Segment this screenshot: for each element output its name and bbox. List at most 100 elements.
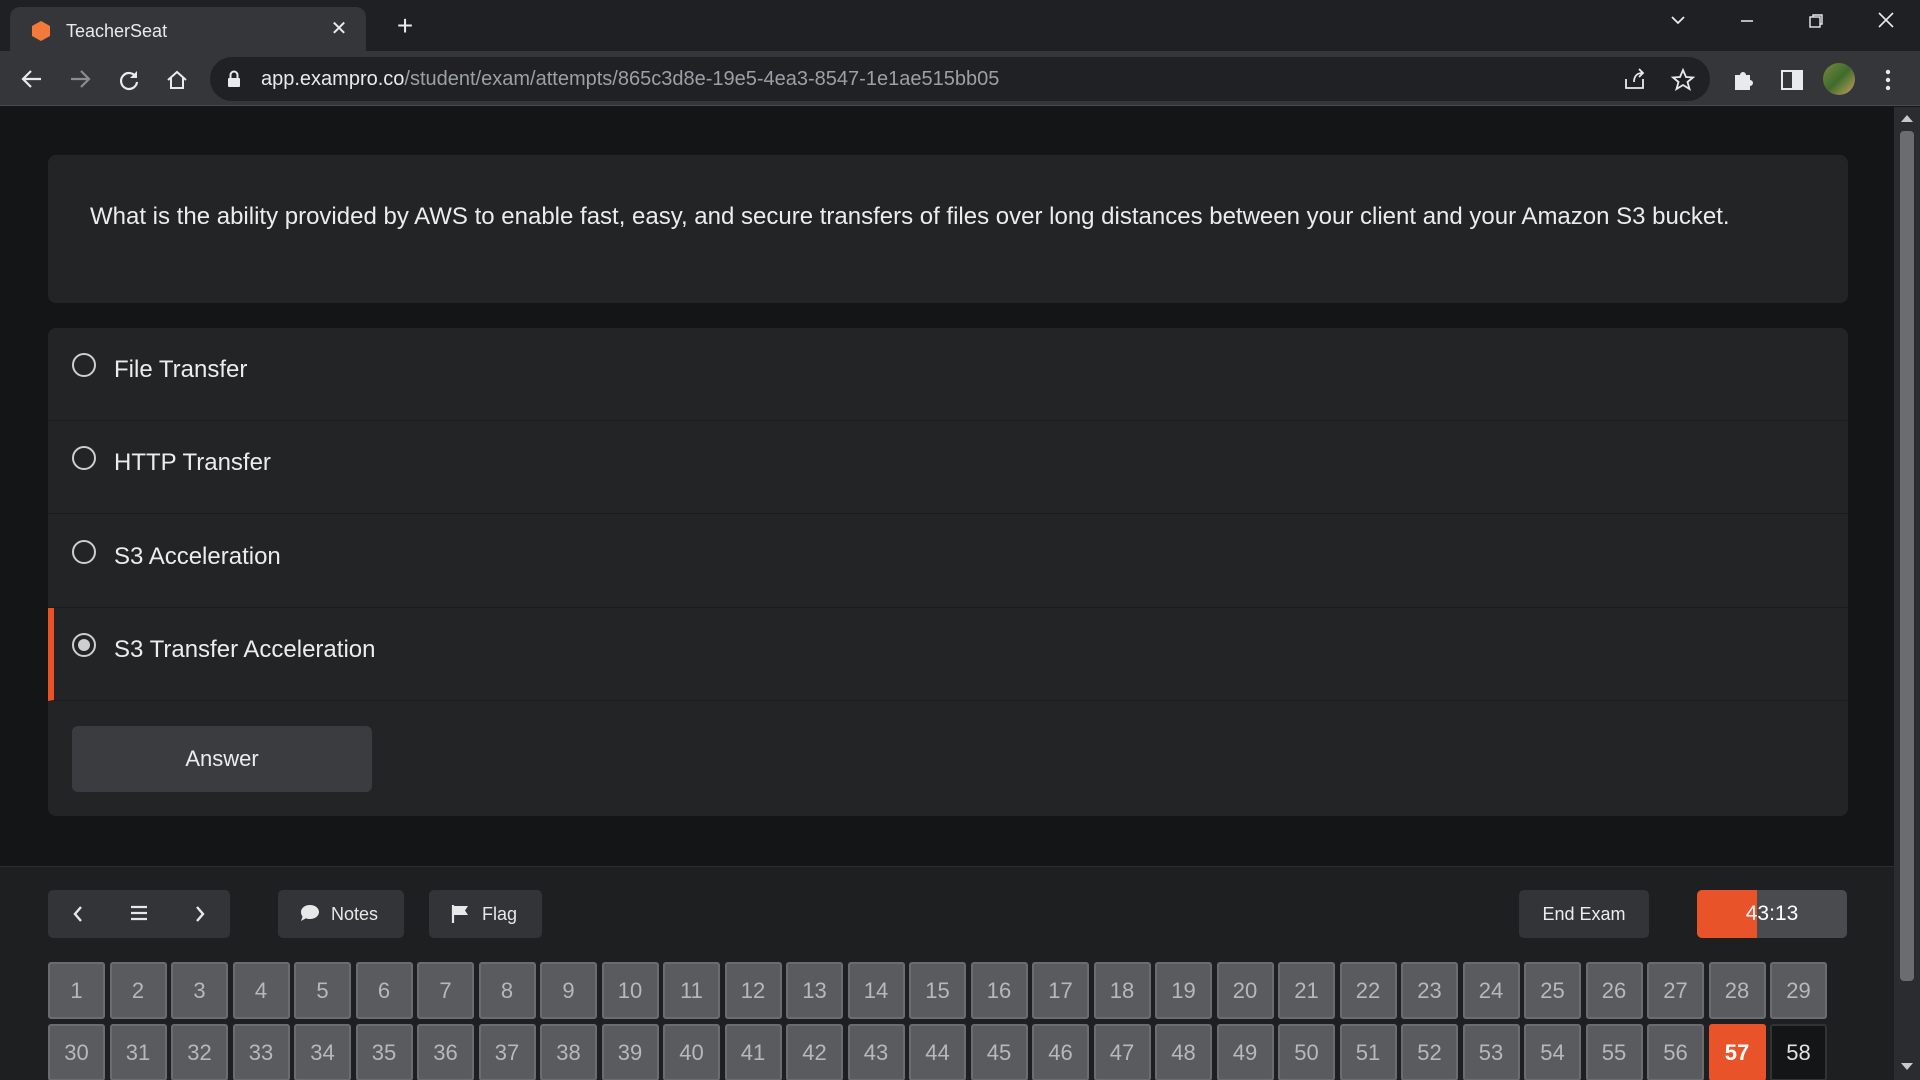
question-number-53[interactable]: 53 [1462,1024,1520,1080]
question-number-14[interactable]: 14 [847,962,905,1019]
tab-close-icon[interactable]: ✕ [326,16,352,42]
question-number-20[interactable]: 20 [1216,962,1274,1019]
question-number-16[interactable]: 16 [970,962,1028,1019]
restore-button[interactable] [1794,8,1838,38]
question-number-24[interactable]: 24 [1462,962,1520,1019]
forward-arrow-icon[interactable] [64,63,96,95]
question-number-57[interactable]: 57 [1708,1024,1766,1080]
radio-button[interactable] [72,353,96,377]
question-number-12[interactable]: 12 [724,962,782,1019]
minimize-button[interactable] [1725,8,1769,38]
question-number-13[interactable]: 13 [786,962,843,1019]
answer-button[interactable]: Answer [72,726,372,792]
question-number-27[interactable]: 27 [1647,962,1704,1019]
notes-button[interactable]: Notes [278,890,404,938]
flag-button[interactable]: Flag [429,890,542,938]
question-number-49[interactable]: 49 [1216,1024,1274,1080]
question-number-34[interactable]: 34 [294,1024,351,1080]
question-number-52[interactable]: 52 [1401,1024,1458,1080]
question-number-33[interactable]: 33 [232,1024,290,1080]
radio-button[interactable] [72,540,96,564]
question-number-8[interactable]: 8 [478,962,536,1019]
browser-menu-icon[interactable] [1872,63,1904,95]
option-label: S3 Transfer Acceleration [114,636,376,663]
question-number-36[interactable]: 36 [417,1024,474,1080]
back-arrow-icon[interactable] [16,63,48,95]
scroll-up-arrow-icon[interactable] [1901,115,1913,122]
question-number-56[interactable]: 56 [1647,1024,1704,1080]
new-tab-button[interactable]: + [390,12,420,42]
question-number-18[interactable]: 18 [1093,962,1151,1019]
question-number-30[interactable]: 30 [48,1024,105,1080]
option-http-transfer[interactable]: HTTP Transfer [48,421,1848,514]
question-number-21[interactable]: 21 [1278,962,1335,1019]
question-number-22[interactable]: 22 [1339,962,1397,1019]
question-number-29[interactable]: 29 [1770,962,1827,1019]
question-number-7[interactable]: 7 [417,962,474,1019]
question-number-50[interactable]: 50 [1278,1024,1335,1080]
question-number-58[interactable]: 58 [1770,1024,1827,1080]
question-number-54[interactable]: 54 [1524,1024,1581,1080]
scroll-down-arrow-icon[interactable] [1901,1063,1913,1070]
scrollbar-thumb[interactable] [1900,131,1914,981]
question-number-23[interactable]: 23 [1401,962,1458,1019]
page-scrollbar[interactable] [1894,107,1920,1080]
browser-tab[interactable]: TeacherSeat ✕ [10,7,366,51]
next-question-button[interactable] [170,890,230,938]
profile-avatar[interactable] [1823,63,1855,95]
option-label: S3 Acceleration [114,543,281,570]
reload-icon[interactable] [113,63,145,95]
close-window-button[interactable] [1864,8,1908,38]
question-number-28[interactable]: 28 [1708,962,1766,1019]
timer-text: 43:13 [1745,902,1799,925]
question-number-46[interactable]: 46 [1032,1024,1089,1080]
question-number-42[interactable]: 42 [786,1024,843,1080]
tab-search-chevron-icon[interactable] [1656,8,1700,38]
question-number-39[interactable]: 39 [601,1024,659,1080]
share-icon[interactable] [1622,67,1648,93]
question-number-5[interactable]: 5 [294,962,351,1019]
bookmark-star-icon[interactable] [1670,67,1696,93]
question-number-48[interactable]: 48 [1155,1024,1212,1080]
question-number-3[interactable]: 3 [171,962,228,1019]
question-number-37[interactable]: 37 [478,1024,536,1080]
previous-question-button[interactable] [48,890,108,938]
extensions-puzzle-icon[interactable] [1730,66,1758,94]
question-number-6[interactable]: 6 [355,962,413,1019]
option-s3-acceleration[interactable]: S3 Acceleration [48,515,1848,608]
question-number-40[interactable]: 40 [663,1024,720,1080]
question-number-1[interactable]: 1 [48,962,105,1019]
question-number-17[interactable]: 17 [1032,962,1089,1019]
question-number-9[interactable]: 9 [540,962,597,1019]
question-number-55[interactable]: 55 [1585,1024,1643,1080]
home-icon[interactable] [161,63,193,95]
browser-toolbar: app.exampro.co/student/exam/attempts/865… [0,51,1920,106]
address-bar[interactable]: app.exampro.co/student/exam/attempts/865… [210,57,1710,101]
question-number-44[interactable]: 44 [909,1024,966,1080]
radio-button[interactable] [72,446,96,470]
question-number-10[interactable]: 10 [601,962,659,1019]
option-file-transfer[interactable]: File Transfer [48,328,1848,421]
end-exam-button[interactable]: End Exam [1519,890,1649,938]
question-number-45[interactable]: 45 [970,1024,1028,1080]
question-number-4[interactable]: 4 [232,962,290,1019]
question-number-43[interactable]: 43 [847,1024,905,1080]
radio-button-selected[interactable] [72,633,96,657]
question-list-menu-icon[interactable] [109,890,169,938]
question-number-26[interactable]: 26 [1585,962,1643,1019]
question-number-15[interactable]: 15 [909,962,966,1019]
option-s3-transfer-acceleration[interactable]: S3 Transfer Acceleration [48,608,1848,701]
question-number-47[interactable]: 47 [1093,1024,1151,1080]
question-number-32[interactable]: 32 [171,1024,228,1080]
question-number-25[interactable]: 25 [1524,962,1581,1019]
question-number-31[interactable]: 31 [109,1024,167,1080]
question-number-35[interactable]: 35 [355,1024,413,1080]
question-number-19[interactable]: 19 [1155,962,1212,1019]
question-number-2[interactable]: 2 [109,962,167,1019]
question-number-11[interactable]: 11 [663,962,720,1019]
question-number-38[interactable]: 38 [540,1024,597,1080]
question-number-51[interactable]: 51 [1339,1024,1397,1080]
question-text: What is the ability provided by AWS to e… [90,203,1730,230]
side-panel-icon[interactable] [1778,66,1806,94]
question-number-41[interactable]: 41 [724,1024,782,1080]
